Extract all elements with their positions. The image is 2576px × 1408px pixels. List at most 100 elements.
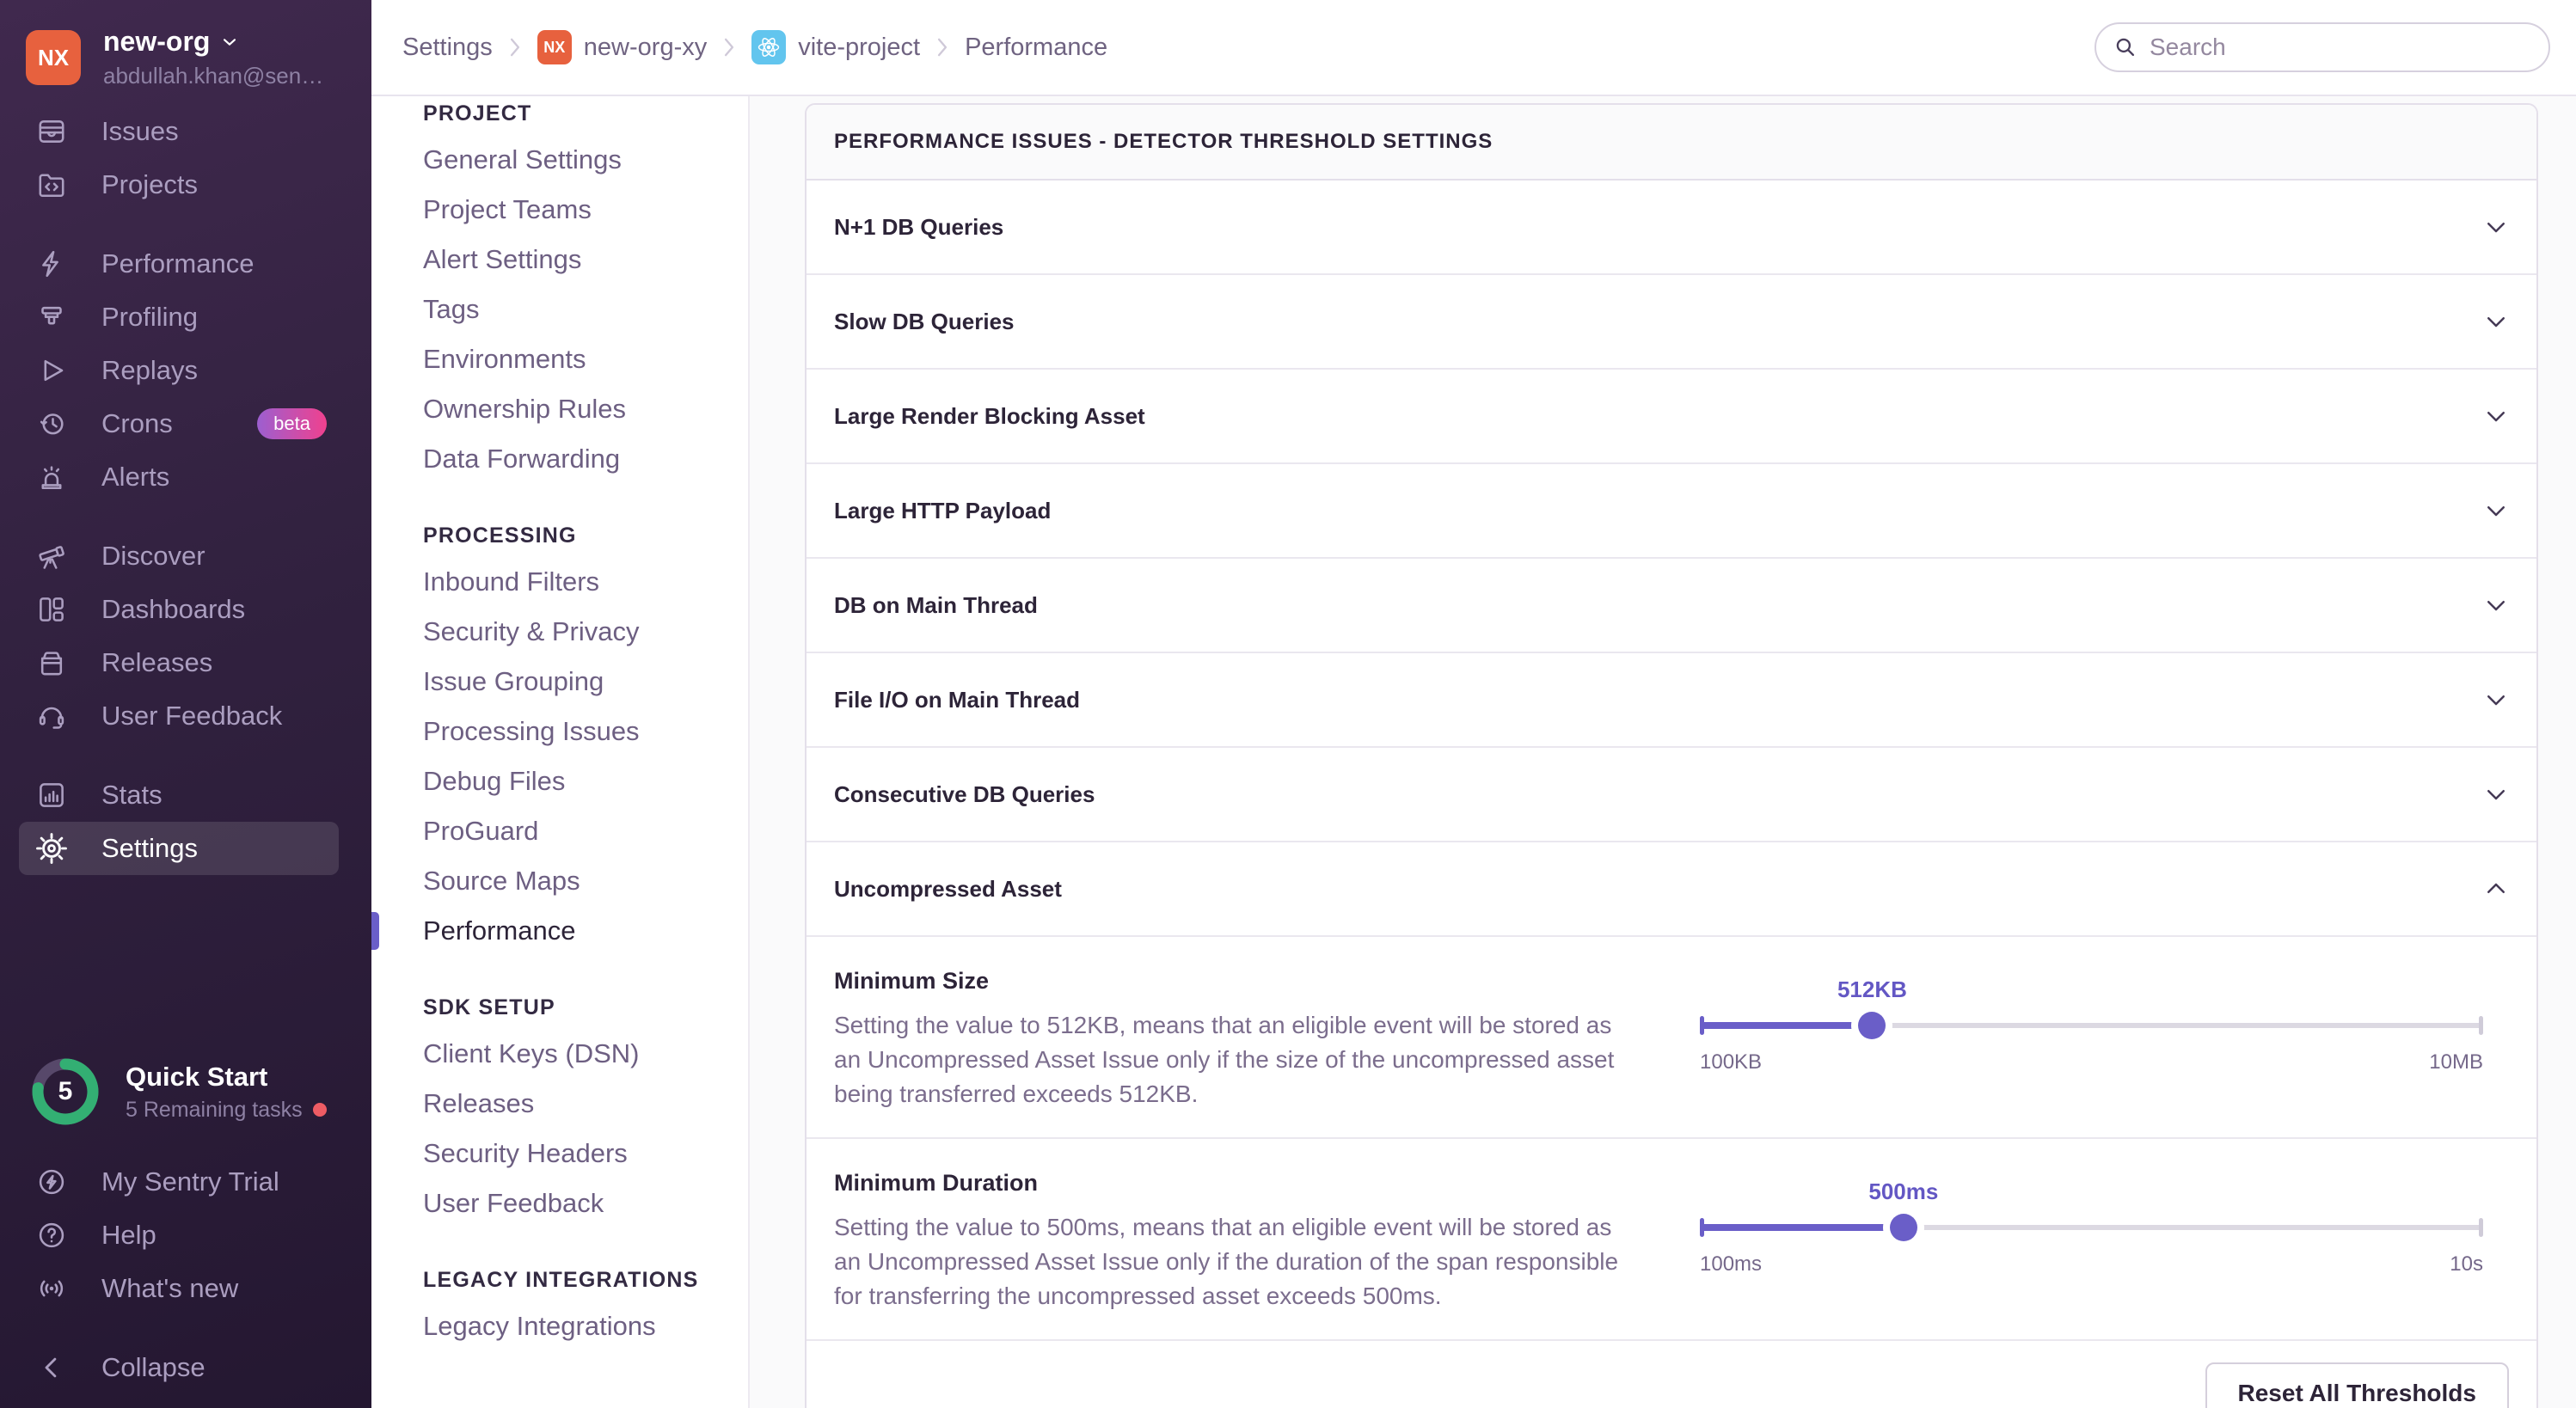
detector-row-n-plus-one-db-queries[interactable]: N+1 DB Queries <box>807 181 2536 275</box>
section-heading: PROCESSING <box>423 523 748 548</box>
field-title: Minimum Duration <box>834 1170 1638 1197</box>
settings-nav-item-ownership-rules[interactable]: Ownership Rules <box>371 384 748 434</box>
settings-nav-item-environments[interactable]: Environments <box>371 334 748 384</box>
reset-all-thresholds-button[interactable]: Reset All Thresholds <box>2205 1362 2509 1408</box>
sidebar-group-admin: Stats Settings <box>0 768 371 875</box>
detector-row-large-render-blocking-asset[interactable]: Large Render Blocking Asset <box>807 370 2536 464</box>
sidebar-item-issues[interactable]: Issues <box>0 105 371 158</box>
quick-start-subtitle: 5 Remaining tasks <box>126 1098 303 1123</box>
chevron-down-icon <box>218 31 241 53</box>
gear-icon <box>36 833 67 864</box>
settings-nav-item-alert-settings[interactable]: Alert Settings <box>371 235 748 285</box>
settings-nav-item-data-forwarding[interactable]: Data Forwarding <box>371 434 748 484</box>
sidebar-item-releases[interactable]: Releases <box>0 636 371 689</box>
slider-thumb[interactable] <box>1890 1214 1917 1241</box>
detector-row-db-on-main-thread[interactable]: DB on Main Thread <box>807 559 2536 653</box>
sidebar-item-whats-new[interactable]: What's new <box>0 1262 371 1315</box>
minimum-size-slider: 512KB 100KB 10MB <box>1700 968 2483 1097</box>
minimum-duration-slider: 500ms 100ms 10s <box>1700 1170 2483 1299</box>
settings-nav-item-client-keys[interactable]: Client Keys (DSN) <box>371 1029 748 1079</box>
active-indicator <box>371 912 379 950</box>
detector-row-large-http-payload[interactable]: Large HTTP Payload <box>807 464 2536 559</box>
sidebar-item-label: Replays <box>101 355 198 386</box>
sidebar-item-label: Alerts <box>101 462 169 493</box>
settings-nav-item-inbound-filters[interactable]: Inbound Filters <box>371 557 748 607</box>
sidebar-item-stats[interactable]: Stats <box>0 768 371 822</box>
settings-nav-item-performance[interactable]: Performance <box>371 906 748 956</box>
panel-footer: Reset All Thresholds <box>807 1341 2536 1408</box>
breadcrumb-separator-icon <box>722 36 736 58</box>
detector-row-slow-db-queries[interactable]: Slow DB Queries <box>807 275 2536 370</box>
sidebar-item-label: Stats <box>101 780 163 811</box>
org-name: new-org <box>103 26 210 58</box>
breadcrumb-current-page: Performance <box>965 34 1107 62</box>
sidebar-item-dashboards[interactable]: Dashboards <box>0 583 371 636</box>
chevron-left-icon <box>36 1352 67 1383</box>
sidebar-item-user-feedback[interactable]: User Feedback <box>0 689 371 743</box>
sidebar-item-settings[interactable]: Settings <box>19 822 339 875</box>
slider-value-label: 512KB <box>1837 976 1907 1003</box>
search-input[interactable] <box>2095 22 2550 72</box>
collapse-label: Collapse <box>101 1352 205 1383</box>
org-avatar: NX <box>26 30 81 85</box>
siren-icon <box>36 462 67 493</box>
settings-nav-item-processing-issues[interactable]: Processing Issues <box>371 707 748 756</box>
projects-icon <box>36 169 67 200</box>
bar-chart-icon <box>36 780 67 811</box>
notification-dot <box>313 1103 327 1117</box>
chevron-down-icon <box>2483 781 2509 807</box>
sidebar-item-discover[interactable]: Discover <box>0 530 371 583</box>
breadcrumb-organization[interactable]: NX new-org-xy <box>537 30 707 64</box>
sidebar-item-label: Profiling <box>101 302 198 333</box>
sidebar-group-explore: Discover Dashboards Releases User Feedba… <box>0 530 371 743</box>
sidebar-item-label: Settings <box>101 833 198 864</box>
chevron-down-icon <box>2483 214 2509 240</box>
breadcrumb: Settings NX new-org-xy vite-project Perf… <box>402 30 1107 64</box>
slider-track[interactable] <box>1700 1023 2483 1028</box>
detector-row-uncompressed-asset[interactable]: Uncompressed Asset <box>807 842 2536 937</box>
collapse-sidebar-button[interactable]: Collapse <box>0 1341 371 1394</box>
org-switcher[interactable]: NX new-org abdullah.khan@sen… <box>0 26 371 89</box>
org-email: abdullah.khan@sen… <box>103 63 323 89</box>
detector-row-file-io-on-main-thread[interactable]: File I/O on Main Thread <box>807 653 2536 748</box>
sidebar-item-crons[interactable]: Crons beta <box>0 397 371 450</box>
sidebar-item-label: Issues <box>101 116 179 147</box>
sidebar-item-label: User Feedback <box>101 701 282 732</box>
settings-nav-item-proguard[interactable]: ProGuard <box>371 806 748 856</box>
settings-nav-item-user-feedback[interactable]: User Feedback <box>371 1178 748 1228</box>
sidebar-item-help[interactable]: Help <box>0 1209 371 1262</box>
settings-nav-item-security-headers[interactable]: Security Headers <box>371 1129 748 1178</box>
settings-nav-item-debug-files[interactable]: Debug Files <box>371 756 748 806</box>
issues-icon <box>36 116 67 147</box>
breadcrumb-project[interactable]: vite-project <box>751 30 920 64</box>
search-icon <box>2113 35 2137 59</box>
settings-nav-item-legacy-integrations[interactable]: Legacy Integrations <box>371 1301 748 1351</box>
settings-nav-item-general-settings[interactable]: General Settings <box>371 135 748 185</box>
question-circle-icon <box>36 1220 67 1251</box>
settings-nav-item-security-privacy[interactable]: Security & Privacy <box>371 607 748 657</box>
slider-track[interactable] <box>1700 1225 2483 1230</box>
breadcrumb-separator-icon <box>508 36 522 58</box>
detector-row-consecutive-db-queries[interactable]: Consecutive DB Queries <box>807 748 2536 842</box>
settings-nav-item-source-maps[interactable]: Source Maps <box>371 856 748 906</box>
breadcrumb-settings[interactable]: Settings <box>402 34 493 62</box>
sidebar-item-replays[interactable]: Replays beta <box>0 344 371 397</box>
sidebar-item-label: Crons <box>101 408 173 439</box>
settings-nav-item-tags[interactable]: Tags <box>371 285 748 334</box>
bolt-circle-icon <box>36 1166 67 1197</box>
sidebar-item-label: What's new <box>101 1273 238 1304</box>
sidebar-item-alerts[interactable]: Alerts <box>0 450 371 504</box>
section-heading: SDK SETUP <box>423 995 748 1020</box>
beta-badge: beta <box>257 408 327 439</box>
sidebar-item-profiling[interactable]: Profiling <box>0 291 371 344</box>
sidebar-item-projects[interactable]: Projects <box>0 158 371 211</box>
quick-start[interactable]: 5 Quick Start 5 Remaining tasks <box>0 1052 371 1131</box>
sidebar-item-label: Help <box>101 1220 156 1251</box>
slider-thumb[interactable] <box>1858 1012 1886 1039</box>
sidebar-item-my-sentry-trial[interactable]: My Sentry Trial <box>0 1155 371 1209</box>
settings-nav-item-issue-grouping[interactable]: Issue Grouping <box>371 657 748 707</box>
quick-start-progress-ring: 5 <box>26 1052 105 1131</box>
sidebar-item-performance[interactable]: Performance <box>0 237 371 291</box>
settings-nav-item-project-teams[interactable]: Project Teams <box>371 185 748 235</box>
settings-nav-item-releases[interactable]: Releases <box>371 1079 748 1129</box>
